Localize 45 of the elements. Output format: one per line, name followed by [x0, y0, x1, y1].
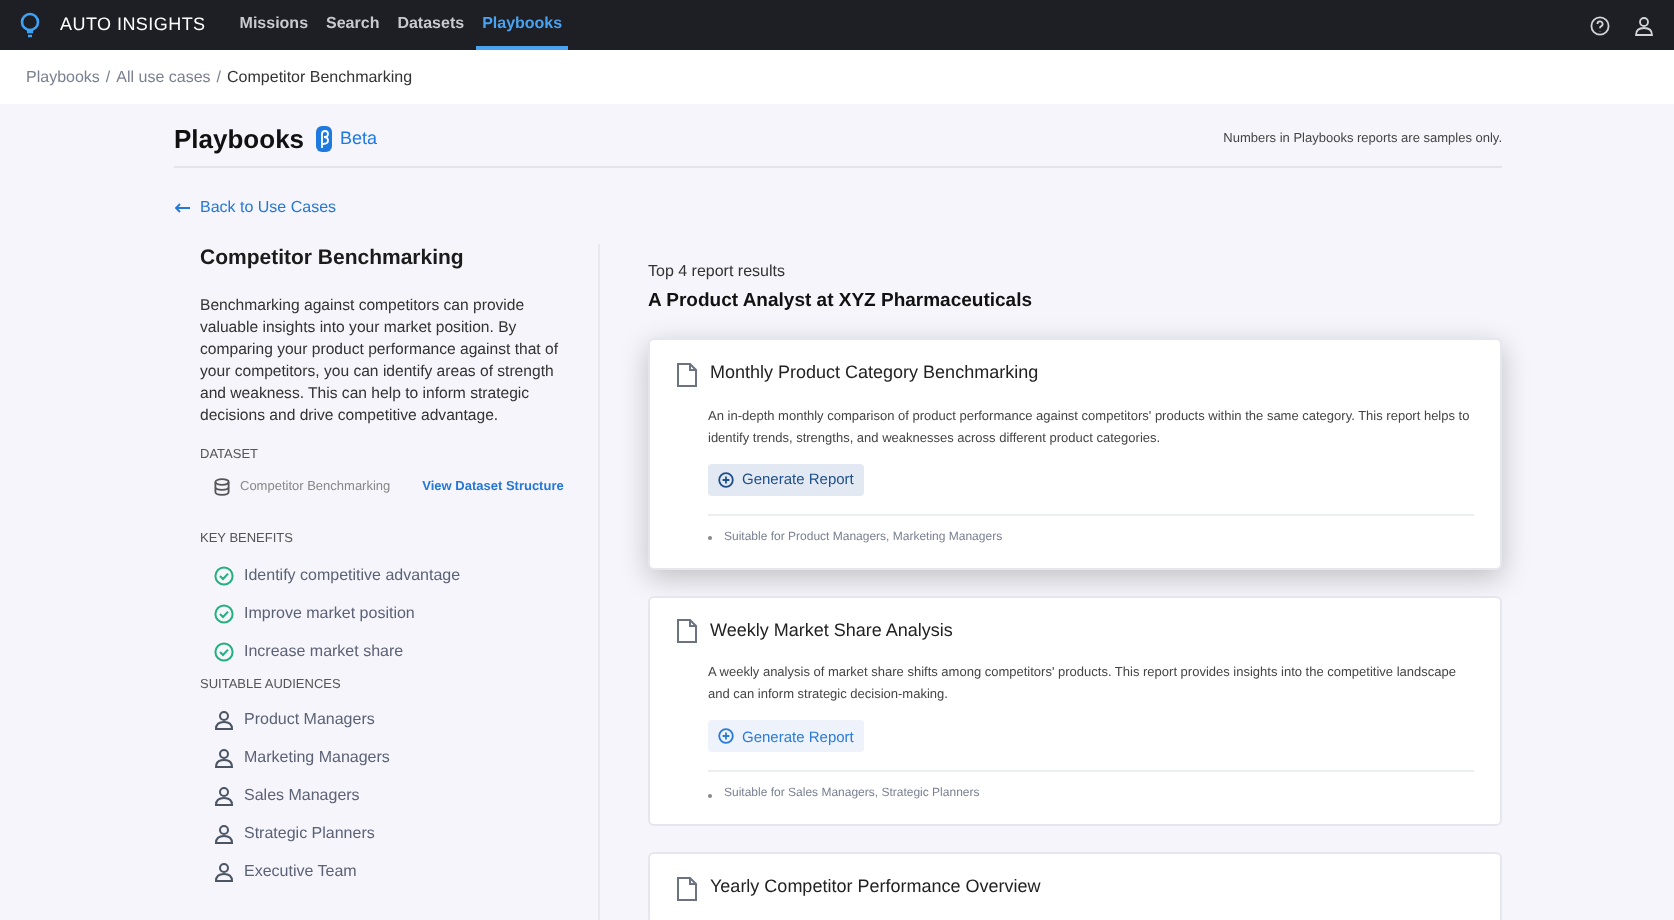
user-icon: [214, 748, 234, 769]
breadcrumb-link[interactable]: Playbooks: [26, 65, 100, 89]
beta-label: Beta: [340, 125, 378, 152]
breadcrumb-separator: /: [105, 65, 111, 89]
audience-text: Strategic Planners: [244, 822, 375, 847]
brand-name: AUTO INSIGHTS: [60, 11, 206, 38]
check-circle-icon: [214, 603, 234, 623]
nav-tab[interactable]: Datasets: [391, 0, 471, 50]
audience-text: Executive Team: [244, 860, 357, 885]
report-title: Weekly Market Share Analysis: [710, 617, 953, 644]
results-count: Top 4 report results: [648, 260, 787, 284]
user-account-icon[interactable]: [1634, 15, 1654, 35]
help-icon[interactable]: [1590, 15, 1610, 35]
breadcrumb-separator: /: [216, 65, 222, 89]
user-icon: [214, 786, 234, 807]
audience-text: Product Managers: [244, 708, 375, 733]
document-icon: [676, 361, 698, 387]
document-icon: [676, 875, 698, 901]
audience-text: Sales Managers: [244, 784, 360, 809]
nav-tab[interactable]: Search: [320, 0, 386, 50]
document-icon: [676, 618, 698, 644]
check-circle-icon: [214, 641, 234, 661]
database-icon: [214, 477, 230, 496]
report-title: Monthly Product Category Benchmarking: [710, 360, 1039, 387]
audience-text: Marketing Managers: [244, 746, 390, 771]
breadcrumb-current: Competitor Benchmarking: [227, 65, 413, 89]
check-circle-icon: [214, 565, 234, 585]
benefit-text: Increase market share: [244, 639, 404, 663]
benefit-text: Improve market position: [244, 601, 415, 625]
arrow-left-icon: [174, 202, 190, 214]
back-link[interactable]: Back to Use Cases: [174, 196, 1502, 220]
user-icon: [214, 824, 234, 845]
benefit-text: Identify competitive advantage: [244, 563, 461, 587]
lightbulb-logo-icon: [20, 12, 40, 38]
page-title: Playbooks: [174, 121, 305, 158]
breadcrumb-link[interactable]: All use cases: [116, 65, 211, 89]
nav-tab[interactable]: Missions: [233, 0, 315, 50]
user-icon: [214, 862, 234, 883]
plus-circle-icon: [718, 471, 734, 488]
beta-badge-icon: [316, 126, 333, 152]
persona-title: A Product Analyst at XYZ Pharmaceuticals: [648, 288, 1034, 316]
report-title: Yearly Competitor Performance Overview: [710, 874, 1041, 901]
use-case-title: Competitor Benchmarking: [200, 244, 466, 274]
user-icon: [214, 710, 234, 731]
plus-circle-icon: [718, 728, 734, 745]
